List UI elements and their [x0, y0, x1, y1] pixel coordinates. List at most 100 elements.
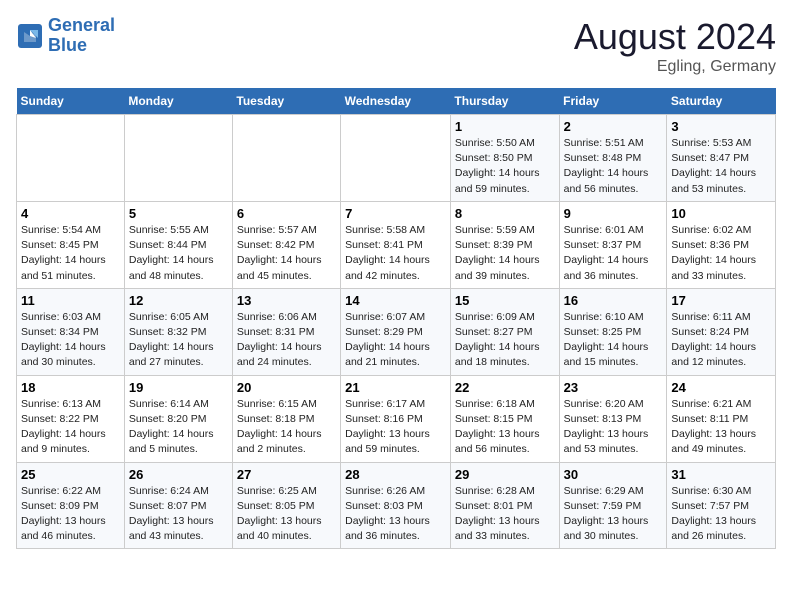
logo-icon	[16, 22, 44, 50]
day-info: Sunrise: 6:18 AM Sunset: 8:15 PM Dayligh…	[455, 397, 555, 458]
day-number: 23	[564, 380, 663, 395]
day-number: 6	[237, 206, 336, 221]
weekday-header-tuesday: Tuesday	[232, 88, 340, 115]
calendar-cell: 2 Sunrise: 5:51 AM Sunset: 8:48 PM Daylig…	[559, 115, 667, 202]
calendar-cell: 7 Sunrise: 5:58 AM Sunset: 8:41 PM Daylig…	[341, 201, 451, 288]
day-number: 27	[237, 467, 336, 482]
calendar-cell: 22 Sunrise: 6:18 AM Sunset: 8:15 PM Dayli…	[450, 375, 559, 462]
calendar-cell: 17 Sunrise: 6:11 AM Sunset: 8:24 PM Dayli…	[667, 288, 776, 375]
day-info: Sunrise: 6:21 AM Sunset: 8:11 PM Dayligh…	[671, 397, 771, 458]
calendar-cell: 6 Sunrise: 5:57 AM Sunset: 8:42 PM Daylig…	[232, 201, 340, 288]
calendar-cell: 13Sunrise: 6:06 AM Sunset: 8:31 PM Dayli…	[232, 288, 340, 375]
day-info: Sunrise: 6:24 AM Sunset: 8:07 PM Dayligh…	[129, 484, 228, 545]
day-number: 19	[129, 380, 228, 395]
weekday-header-friday: Friday	[559, 88, 667, 115]
calendar-cell: 9Sunrise: 6:01 AM Sunset: 8:37 PM Daylig…	[559, 201, 667, 288]
weekday-header-saturday: Saturday	[667, 88, 776, 115]
day-number: 5	[129, 206, 228, 221]
day-number: 4	[21, 206, 120, 221]
day-info: Sunrise: 5:59 AM Sunset: 8:39 PM Dayligh…	[455, 223, 555, 284]
calendar-cell: 8 Sunrise: 5:59 AM Sunset: 8:39 PM Daylig…	[450, 201, 559, 288]
calendar-cell	[232, 115, 340, 202]
day-number: 24	[671, 380, 771, 395]
calendar-table: SundayMondayTuesdayWednesdayThursdayFrid…	[16, 88, 776, 549]
day-number: 17	[671, 293, 771, 308]
calendar-week-1: 1Sunrise: 5:50 AM Sunset: 8:50 PM Daylig…	[17, 115, 776, 202]
day-info: Sunrise: 6:11 AM Sunset: 8:24 PM Dayligh…	[671, 310, 771, 371]
day-info: Sunrise: 6:09 AM Sunset: 8:27 PM Dayligh…	[455, 310, 555, 371]
day-info: Sunrise: 6:02 AM Sunset: 8:36 PM Dayligh…	[671, 223, 771, 284]
calendar-cell: 19Sunrise: 6:14 AM Sunset: 8:20 PM Dayli…	[124, 375, 232, 462]
calendar-cell: 31 Sunrise: 6:30 AM Sunset: 7:57 PM Dayli…	[667, 462, 776, 549]
day-info: Sunrise: 6:06 AM Sunset: 8:31 PM Dayligh…	[237, 310, 336, 371]
day-info: Sunrise: 6:05 AM Sunset: 8:32 PM Dayligh…	[129, 310, 228, 371]
weekday-header-thursday: Thursday	[450, 88, 559, 115]
day-info: Sunrise: 6:17 AM Sunset: 8:16 PM Dayligh…	[345, 397, 446, 458]
day-info: Sunrise: 5:58 AM Sunset: 8:41 PM Dayligh…	[345, 223, 446, 284]
day-info: Sunrise: 6:20 AM Sunset: 8:13 PM Dayligh…	[564, 397, 663, 458]
calendar-cell: 28Sunrise: 6:26 AM Sunset: 8:03 PM Dayli…	[341, 462, 451, 549]
day-info: Sunrise: 6:22 AM Sunset: 8:09 PM Dayligh…	[21, 484, 120, 545]
day-number: 2	[564, 119, 663, 134]
day-number: 15	[455, 293, 555, 308]
day-info: Sunrise: 5:57 AM Sunset: 8:42 PM Dayligh…	[237, 223, 336, 284]
weekday-header-row: SundayMondayTuesdayWednesdayThursdayFrid…	[17, 88, 776, 115]
day-info: Sunrise: 6:03 AM Sunset: 8:34 PM Dayligh…	[21, 310, 120, 371]
calendar-cell: 26 Sunrise: 6:24 AM Sunset: 8:07 PM Dayli…	[124, 462, 232, 549]
calendar-cell: 10 Sunrise: 6:02 AM Sunset: 8:36 PM Dayli…	[667, 201, 776, 288]
day-number: 26	[129, 467, 228, 482]
day-number: 3	[671, 119, 771, 134]
day-number: 7	[345, 206, 446, 221]
day-number: 11	[21, 293, 120, 308]
logo-line1: General	[48, 15, 115, 35]
day-number: 14	[345, 293, 446, 308]
day-number: 30	[564, 467, 663, 482]
calendar-cell: 16Sunrise: 6:10 AM Sunset: 8:25 PM Dayli…	[559, 288, 667, 375]
day-info: Sunrise: 6:07 AM Sunset: 8:29 PM Dayligh…	[345, 310, 446, 371]
calendar-cell	[341, 115, 451, 202]
calendar-week-5: 25 Sunrise: 6:22 AM Sunset: 8:09 PM Dayli…	[17, 462, 776, 549]
calendar-cell: 21 Sunrise: 6:17 AM Sunset: 8:16 PM Dayli…	[341, 375, 451, 462]
page-header: General Blue August 2024 Egling, Germany	[16, 16, 776, 76]
day-number: 21	[345, 380, 446, 395]
day-info: Sunrise: 6:13 AM Sunset: 8:22 PM Dayligh…	[21, 397, 120, 458]
weekday-header-monday: Monday	[124, 88, 232, 115]
day-number: 18	[21, 380, 120, 395]
day-number: 8	[455, 206, 555, 221]
calendar-cell: 4 Sunrise: 5:54 AM Sunset: 8:45 PM Daylig…	[17, 201, 125, 288]
day-info: Sunrise: 6:30 AM Sunset: 7:57 PM Dayligh…	[671, 484, 771, 545]
calendar-cell: 18 Sunrise: 6:13 AM Sunset: 8:22 PM Dayli…	[17, 375, 125, 462]
logo-text: General Blue	[48, 16, 115, 56]
calendar-week-3: 11 Sunrise: 6:03 AM Sunset: 8:34 PM Dayli…	[17, 288, 776, 375]
day-number: 29	[455, 467, 555, 482]
calendar-subtitle: Egling, Germany	[574, 58, 776, 76]
day-info: Sunrise: 5:51 AM Sunset: 8:48 PM Dayligh…	[564, 136, 663, 197]
day-number: 31	[671, 467, 771, 482]
calendar-cell: 14 Sunrise: 6:07 AM Sunset: 8:29 PM Dayli…	[341, 288, 451, 375]
day-number: 25	[21, 467, 120, 482]
day-info: Sunrise: 6:29 AM Sunset: 7:59 PM Dayligh…	[564, 484, 663, 545]
calendar-cell	[17, 115, 125, 202]
day-info: Sunrise: 6:10 AM Sunset: 8:25 PM Dayligh…	[564, 310, 663, 371]
calendar-cell: 11 Sunrise: 6:03 AM Sunset: 8:34 PM Dayli…	[17, 288, 125, 375]
calendar-cell: 23 Sunrise: 6:20 AM Sunset: 8:13 PM Dayli…	[559, 375, 667, 462]
calendar-cell: 24 Sunrise: 6:21 AM Sunset: 8:11 PM Dayli…	[667, 375, 776, 462]
day-info: Sunrise: 5:53 AM Sunset: 8:47 PM Dayligh…	[671, 136, 771, 197]
day-info: Sunrise: 6:15 AM Sunset: 8:18 PM Dayligh…	[237, 397, 336, 458]
day-info: Sunrise: 5:55 AM Sunset: 8:44 PM Dayligh…	[129, 223, 228, 284]
weekday-header-sunday: Sunday	[17, 88, 125, 115]
calendar-cell: 3 Sunrise: 5:53 AM Sunset: 8:47 PM Daylig…	[667, 115, 776, 202]
day-info: Sunrise: 5:54 AM Sunset: 8:45 PM Dayligh…	[21, 223, 120, 284]
calendar-cell: 29Sunrise: 6:28 AM Sunset: 8:01 PM Dayli…	[450, 462, 559, 549]
calendar-week-4: 18 Sunrise: 6:13 AM Sunset: 8:22 PM Dayli…	[17, 375, 776, 462]
day-number: 12	[129, 293, 228, 308]
weekday-header-wednesday: Wednesday	[341, 88, 451, 115]
calendar-cell: 25 Sunrise: 6:22 AM Sunset: 8:09 PM Dayli…	[17, 462, 125, 549]
day-number: 10	[671, 206, 771, 221]
day-number: 22	[455, 380, 555, 395]
calendar-cell: 15 Sunrise: 6:09 AM Sunset: 8:27 PM Dayli…	[450, 288, 559, 375]
day-info: Sunrise: 6:01 AM Sunset: 8:37 PM Dayligh…	[564, 223, 663, 284]
calendar-cell	[124, 115, 232, 202]
calendar-cell: 20Sunrise: 6:15 AM Sunset: 8:18 PM Dayli…	[232, 375, 340, 462]
day-info: Sunrise: 6:26 AM Sunset: 8:03 PM Dayligh…	[345, 484, 446, 545]
